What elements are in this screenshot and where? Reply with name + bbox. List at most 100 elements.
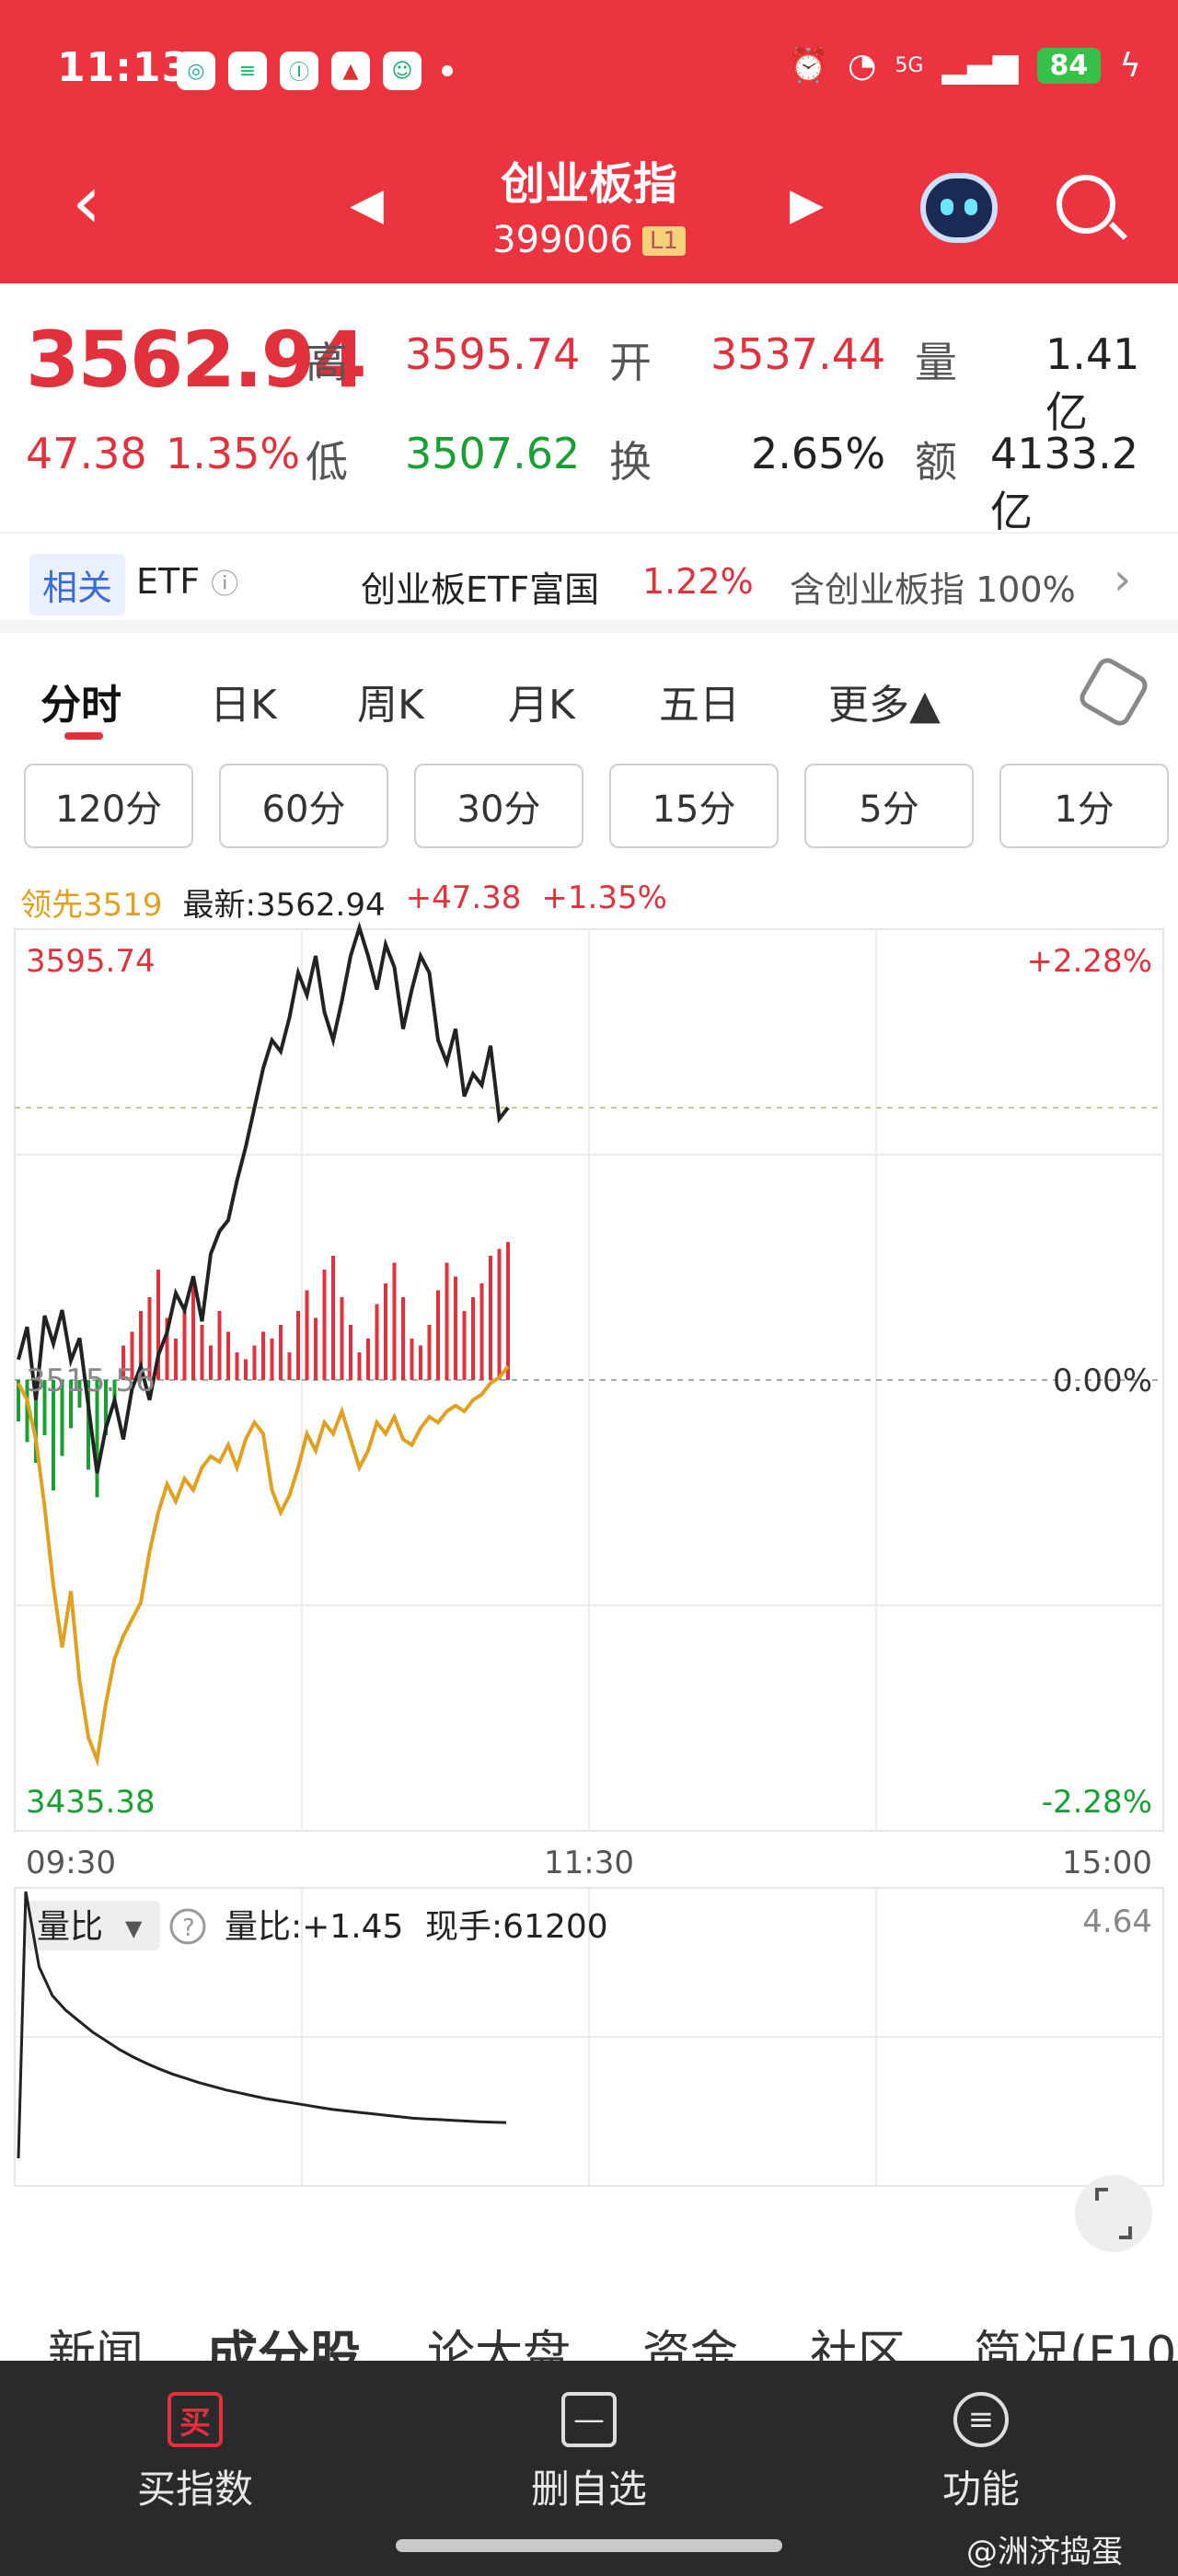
- volume-bar: [244, 1359, 248, 1380]
- low-label: 低: [306, 437, 348, 487]
- active-tab-underline: [64, 732, 103, 740]
- tab-constituents[interactable]: 成分股: [206, 2315, 361, 2364]
- signal-icon: ▂▄▆: [941, 46, 1019, 85]
- change-pct: 1.35%: [166, 429, 301, 478]
- buy-index-label: 买指数: [136, 2467, 253, 2512]
- robot-assistant-icon[interactable]: [920, 173, 998, 243]
- app-icon-3: Ⓘ: [280, 52, 318, 90]
- battery-level: 84: [1036, 47, 1102, 84]
- stock-title: 创业板指: [500, 158, 677, 210]
- vol-ratio-max: 4.64: [1082, 1903, 1152, 1940]
- intraday-chart[interactable]: 3595.74 3515.56 3435.38 +2.28% 0.00% -2.…: [0, 920, 1178, 2291]
- remove-watchlist-label: 删自选: [530, 2467, 647, 2512]
- volume-bar: [252, 1345, 257, 1380]
- period-5m-button[interactable]: 5分: [804, 764, 974, 848]
- volume-bar: [489, 1256, 492, 1380]
- volume-bar: [217, 1311, 222, 1380]
- remove-watchlist-button[interactable]: — 删自选: [469, 2392, 709, 2514]
- pct-top-label: +2.28%: [1027, 943, 1153, 980]
- tab-monthly-k[interactable]: 月K: [508, 672, 575, 730]
- low-value: 3507.62: [405, 429, 581, 478]
- volume-bar: [235, 1352, 239, 1380]
- vol-ratio-help-glyph: ?: [182, 1915, 195, 1942]
- pct-bottom-label: -2.28%: [1042, 1784, 1152, 1821]
- volume-bar: [261, 1331, 265, 1380]
- volume-bar: [410, 1339, 414, 1380]
- volume-bar: [436, 1290, 440, 1380]
- tab-profile[interactable]: 简况(F10: [974, 2315, 1176, 2364]
- vol-ratio-label: 量比: [37, 1908, 103, 1946]
- tab-funds[interactable]: 资金: [642, 2315, 738, 2364]
- volume-bar: [454, 1276, 457, 1380]
- volume-bar: [340, 1297, 344, 1380]
- search-icon[interactable]: [1057, 175, 1115, 234]
- period-30m-button[interactable]: 30分: [414, 764, 583, 848]
- app-icon-4: ▲: [331, 52, 370, 90]
- vol-ratio-value: 量比:+1.45: [225, 1908, 403, 1946]
- tab-daily-k[interactable]: 日K: [210, 672, 277, 730]
- wifi-icon: ◔: [847, 46, 877, 85]
- volume-bar: [226, 1331, 230, 1380]
- volume-bar: [427, 1325, 432, 1380]
- chevron-right-icon[interactable]: ›: [1114, 554, 1131, 605]
- tab-market-talk[interactable]: 论大盘: [427, 2315, 571, 2364]
- change-value: 47.38: [26, 429, 147, 478]
- next-stock-icon[interactable]: ▶: [790, 178, 824, 230]
- etf-name[interactable]: 创业板ETF富国: [361, 561, 599, 612]
- y-mid-label: 3515.56: [26, 1363, 156, 1399]
- volume-bar: [349, 1325, 352, 1380]
- chart-tabs: 分时 日K 周K 月K 五日 更多▲: [0, 644, 1178, 745]
- tab-community[interactable]: 社区: [810, 2315, 906, 2364]
- header-bar: 11:13 ◎ ≡ Ⓘ ▲ ☺ ⏰ ◔ 5G ▂▄▆ 84 ϟ ‹ ◀ 创业板指…: [0, 0, 1178, 283]
- volume-bar: [479, 1283, 484, 1380]
- volume-bar: [375, 1304, 379, 1380]
- tab-five-day[interactable]: 五日: [659, 672, 740, 730]
- volume-bar: [331, 1256, 335, 1380]
- volume-bar: [366, 1339, 370, 1380]
- home-indicator[interactable]: [396, 2539, 782, 2552]
- volume-bar: [471, 1297, 475, 1380]
- buy-icon: 买: [167, 2392, 223, 2447]
- stock-page: 11:13 ◎ ≡ Ⓘ ▲ ☺ ⏰ ◔ 5G ▂▄▆ 84 ϟ ‹ ◀ 创业板指…: [0, 0, 1178, 2576]
- info-tabs: 新闻 成分股 论大盘 资金 社区 简况(F10: [0, 2300, 1178, 2364]
- volume-value: 1.41亿: [1045, 329, 1140, 437]
- pct-mid-label: 0.00%: [1053, 1363, 1152, 1399]
- period-60m-button[interactable]: 60分: [219, 764, 388, 848]
- volume-bar: [305, 1290, 309, 1380]
- period-15m-button[interactable]: 15分: [609, 764, 779, 848]
- watermark: @洲济捣蛋: [966, 2534, 1123, 2570]
- period-120m-button[interactable]: 120分: [24, 764, 193, 848]
- tab-intraday[interactable]: 分时: [40, 672, 121, 730]
- notification-icons: ◎ ≡ Ⓘ ▲ ☺: [177, 52, 453, 90]
- functions-button[interactable]: ≡ 功能: [861, 2392, 1101, 2514]
- network-label: 5G: [895, 53, 924, 77]
- related-etf-bar[interactable]: 相关 ETF ⓘ 创业板ETF富国 1.22% 含创业板指 100% ›: [0, 532, 1178, 633]
- open-label: 开: [609, 338, 652, 387]
- menu-circle-icon: ≡: [953, 2392, 1009, 2447]
- status-time: 11:13: [57, 44, 191, 91]
- amount-label: 额: [915, 437, 957, 487]
- volume-bar: [296, 1311, 300, 1380]
- tab-news[interactable]: 新闻: [48, 2315, 144, 2364]
- x-tick-end: 15:00: [1062, 1845, 1152, 1881]
- related-tag: 相关: [29, 554, 126, 615]
- volume-bar: [191, 1283, 195, 1380]
- volume-bar: [419, 1345, 422, 1380]
- tab-more[interactable]: 更多▲: [828, 672, 941, 730]
- quote-panel: 3562.94 高 3595.74 开 3537.44 量 1.41亿 47.3…: [0, 283, 1178, 536]
- dropdown-arrow-icon: ▼: [125, 1915, 143, 1941]
- etf-label: ETF ⓘ: [136, 561, 239, 602]
- status-right: ⏰ ◔ 5G ▂▄▆ 84 ϟ: [788, 46, 1141, 86]
- volume-bar: [314, 1317, 318, 1380]
- volume-bar: [182, 1304, 187, 1380]
- app-icon-1: ◎: [177, 52, 215, 90]
- etf-pct: 1.22%: [642, 561, 754, 602]
- volume-bar: [497, 1248, 502, 1380]
- period-1m-button[interactable]: 1分: [999, 764, 1169, 848]
- volume-bar: [462, 1311, 467, 1380]
- legend-change: +47.38: [405, 880, 522, 916]
- volume-bar: [357, 1352, 362, 1380]
- volume-bar: [445, 1262, 449, 1380]
- tab-weekly-k[interactable]: 周K: [357, 672, 424, 730]
- buy-index-button[interactable]: 买 买指数: [75, 2392, 315, 2514]
